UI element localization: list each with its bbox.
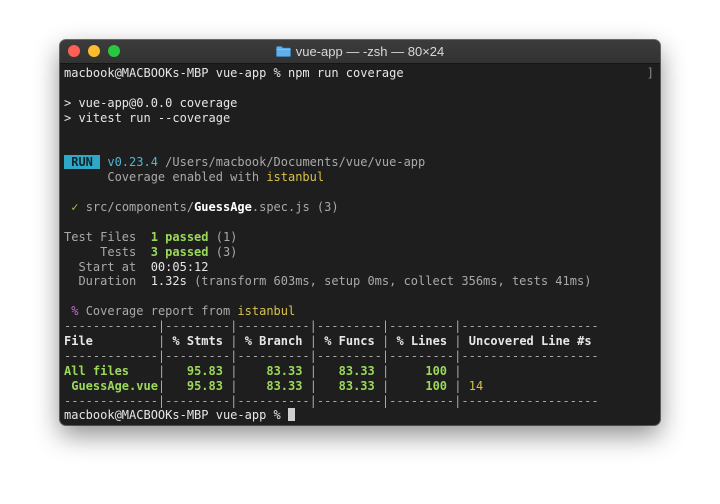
- minimize-button[interactable]: [88, 45, 100, 57]
- scroll-marker: ]: [646, 66, 654, 80]
- working-directory: /Users/macbook/Documents/vue/vue-app: [165, 155, 426, 170]
- spec-ext: .spec.js: [251, 200, 310, 215]
- table-cell: 14: [468, 378, 484, 393]
- table-row: All files | 95.83 | 83.33 | 83.33 | 100 …: [64, 363, 462, 378]
- table-cell: 83.33: [266, 363, 303, 378]
- spec-dir: src/components/: [85, 200, 195, 215]
- coverage-report-line: % Coverage report from istanbul: [64, 304, 656, 319]
- text-cursor: [287, 408, 295, 422]
- coverage-enabled-line: Coverage enabled with istanbul: [64, 170, 656, 185]
- coverage-provider: istanbul: [266, 170, 325, 185]
- title-bar[interactable]: vue-app — -zsh — 80×24: [60, 40, 660, 64]
- duration-label: Duration: [78, 274, 137, 289]
- duration-line: Duration 1.32s (transform 603ms, setup 0…: [64, 274, 656, 289]
- coverage-enabled-text: Coverage enabled with: [107, 170, 267, 185]
- start-line: Start at 00:05:12: [64, 260, 656, 275]
- zoom-button[interactable]: [108, 45, 120, 57]
- table-cell: 100: [425, 378, 448, 393]
- window-title-group: vue-app — -zsh — 80×24: [275, 44, 445, 59]
- table-cell: Uncovered Line #s: [468, 334, 592, 349]
- test-files-line: Test Files 1 passed (1): [64, 230, 656, 245]
- terminal-window: vue-app — -zsh — 80×24 macbook@MACBOOKs-…: [60, 40, 660, 425]
- table-cell: File: [64, 334, 93, 349]
- table-separator: -------------|---------|----------|-----…: [64, 319, 599, 334]
- table-header-row: File | % Stmts | % Branch | % Funcs | % …: [64, 334, 592, 349]
- tests-label: Tests: [100, 244, 137, 259]
- tests-passed: 3 passed: [150, 244, 209, 259]
- spec-count: (3): [316, 200, 339, 215]
- start-value: 00:05:12: [150, 259, 209, 274]
- run-line: RUN v0.23.4 /Users/macbook/Documents/vue…: [64, 155, 656, 170]
- duration-detail: (transform 603ms, setup 0ms, collect 356…: [194, 274, 592, 289]
- vitest-version: v0.23.4: [107, 155, 158, 170]
- table-cell: % Stmts: [172, 334, 223, 349]
- table-cell: 95.83: [186, 363, 223, 378]
- table-cell: 83.33: [338, 363, 375, 378]
- prompt: macbook@MACBOOKs-MBP vue-app %: [64, 66, 288, 80]
- tests-line: Tests 3 passed (3): [64, 245, 656, 260]
- terminal-output[interactable]: macbook@MACBOOKs-MBP vue-app % npm run c…: [64, 66, 656, 423]
- report-text: Coverage report from: [85, 304, 238, 319]
- close-button[interactable]: [68, 45, 80, 57]
- prompt-line: macbook@MACBOOKs-MBP vue-app %: [64, 408, 656, 423]
- test-files-total: (1): [215, 229, 238, 244]
- table-separator: -------------|---------|----------|-----…: [64, 348, 599, 363]
- command-text: npm run coverage: [287, 66, 404, 80]
- command-line: macbook@MACBOOKs-MBP vue-app % npm run c…: [64, 66, 656, 81]
- table-cell: % Lines: [396, 334, 448, 349]
- run-badge: RUN: [64, 155, 101, 170]
- table-cell: % Branch: [244, 334, 303, 349]
- test-files-label: Test Files: [64, 229, 137, 244]
- spec-result-line: ✓ src/components/GuessAge.spec.js (3): [64, 200, 656, 215]
- table-row: GuessAge.vue| 95.83 | 83.33 | 83.33 | 10…: [64, 378, 484, 393]
- spec-name: GuessAge: [194, 200, 252, 215]
- window-controls: [68, 45, 120, 57]
- npm-script-line: > vue-app@0.0.0 coverage: [64, 95, 238, 110]
- duration-value: 1.32s: [150, 274, 187, 289]
- table-cell: GuessAge.vue: [64, 378, 158, 393]
- test-files-passed: 1 passed: [150, 229, 209, 244]
- table-cell: 83.33: [266, 378, 303, 393]
- start-label: Start at: [78, 259, 137, 274]
- window-title: vue-app — -zsh — 80×24: [295, 44, 445, 59]
- table-separator: -------------|---------|----------|-----…: [64, 393, 599, 408]
- table-cell: 100: [425, 363, 448, 378]
- table-cell: 83.33: [338, 378, 375, 393]
- folder-icon: [275, 46, 291, 57]
- report-provider: istanbul: [237, 304, 296, 319]
- table-cell: All files: [64, 363, 130, 378]
- npm-command-line: > vitest run --coverage: [64, 110, 231, 125]
- table-cell: % Funcs: [324, 334, 375, 349]
- prompt: macbook@MACBOOKs-MBP vue-app %: [64, 408, 288, 423]
- tests-total: (3): [215, 244, 238, 259]
- table-cell: 95.83: [186, 378, 223, 393]
- coverage-table: -------------|---------|----------|-----…: [64, 319, 656, 408]
